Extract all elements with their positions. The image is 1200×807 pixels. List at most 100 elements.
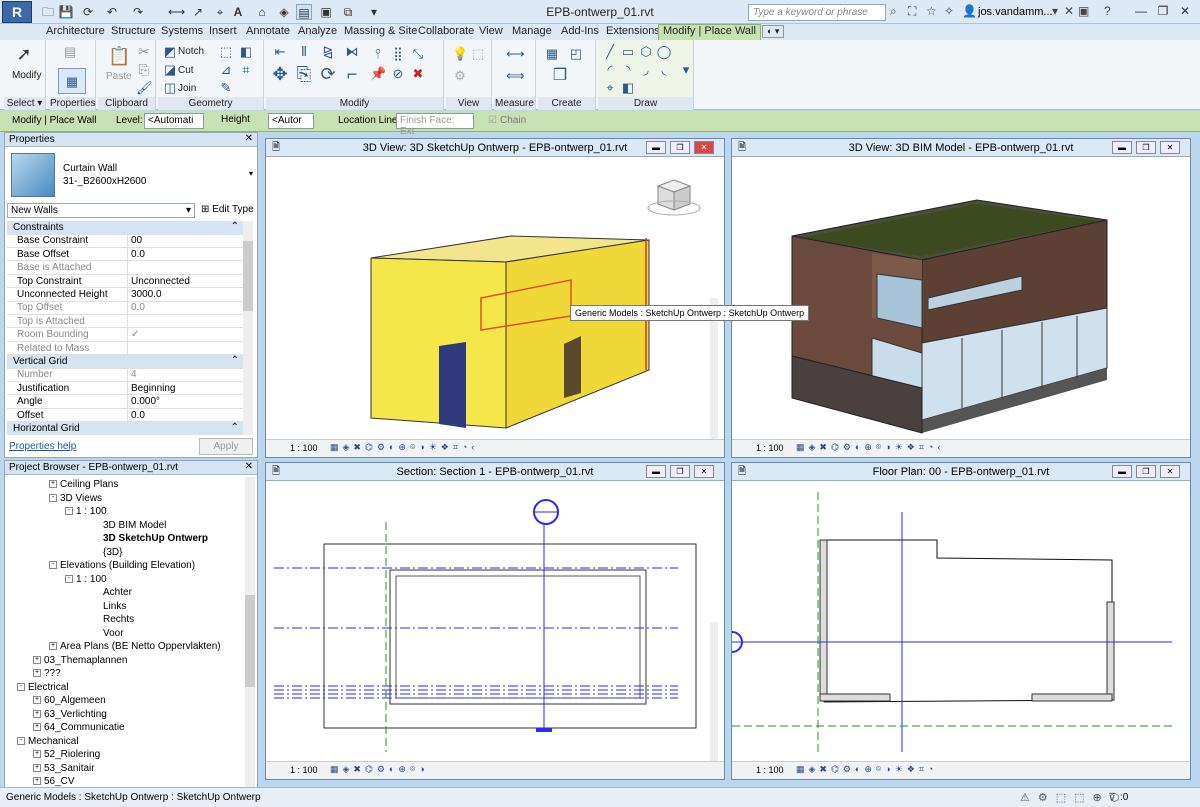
property-value[interactable]: Unconnected [131, 276, 190, 287]
aligned-dimension-icon[interactable]: ⟺ [506, 68, 525, 84]
browser-item[interactable]: + Ceiling Plans [49, 479, 118, 490]
collapse-icon[interactable]: - [65, 574, 73, 583]
view-section[interactable]: 🗎 Section: Section 1 - EPB-ontwerp_01.rv… [265, 462, 725, 780]
paste-button[interactable]: Paste [106, 71, 132, 82]
browser-item[interactable]: 3D BIM Model [103, 520, 166, 531]
property-row[interactable]: Number 4 [7, 368, 245, 382]
scrollbar-thumb[interactable] [243, 241, 253, 311]
expand-icon[interactable]: + [33, 777, 41, 786]
redo-icon[interactable]: ↷ [130, 4, 146, 20]
apply-button[interactable]: Apply [199, 438, 253, 455]
property-value[interactable]: 0.000° [131, 396, 160, 407]
tab-systems[interactable]: Systems [161, 25, 203, 37]
tab-manage[interactable]: Manage [512, 25, 552, 37]
pick-lines-icon[interactable]: ⌖ [602, 80, 618, 96]
view-control-icons[interactable]: ▦◈✖⌬⚙◐⊕⌾◑☀❖⌗◔‹ [330, 442, 478, 453]
move-icon[interactable]: ✥ [272, 65, 288, 83]
properties-scrollbar[interactable] [243, 221, 253, 435]
bim-model-canvas[interactable] [732, 158, 1190, 440]
notch-button[interactable]: Notch [178, 46, 204, 57]
browser-item[interactable]: - Electrical [17, 682, 69, 693]
trim-icon[interactable]: ⌐ [344, 65, 360, 83]
minimize-button[interactable]: — [1130, 3, 1152, 21]
override-icon[interactable]: ⬚ [470, 46, 486, 62]
user-dropdown-icon[interactable]: ▾ [1052, 4, 1058, 18]
view-control-icons[interactable]: ▦◈✖⌬⚙◐⊕⌾◑ [330, 764, 429, 775]
measure-tool-icon[interactable]: ⟷ [506, 46, 525, 62]
minimize-view-button[interactable]: ▬ [646, 141, 666, 154]
type-properties-icon[interactable]: ▤ [62, 44, 78, 60]
pick-faces-icon[interactable]: ◧ [620, 80, 636, 96]
subscription-icon[interactable]: ⛶ [908, 4, 916, 19]
tab-modify-place-wall[interactable]: Modify | Place Wall [658, 24, 761, 40]
arc-icon[interactable]: ◜ [602, 62, 618, 78]
floor-plan-canvas[interactable] [732, 482, 1190, 762]
browser-item[interactable]: +03_Themaplannen [33, 655, 127, 666]
collapse-icon[interactable]: - [65, 507, 73, 516]
join-roof-icon[interactable]: ⊿ [218, 62, 234, 78]
expand-icon[interactable]: + [33, 669, 41, 678]
collapse-icon[interactable]: ⌃ [231, 221, 239, 232]
collapse-icon[interactable]: - [49, 493, 57, 502]
browser-item[interactable]: - Mechanical [17, 736, 79, 747]
view-scale[interactable]: 1 : 100 [290, 765, 318, 775]
collapse-icon[interactable]: ⌃ [231, 422, 239, 433]
property-value[interactable]: ✓ [131, 329, 139, 340]
tab-add-ins[interactable]: Add-Ins [561, 25, 599, 37]
browser-item[interactable]: -3D Views [49, 493, 102, 504]
minimize-view-button[interactable]: ▬ [1112, 141, 1132, 154]
mirror-draw-icon[interactable]: ⧑ [344, 44, 360, 60]
property-row[interactable]: Angle 0.000° [7, 395, 245, 409]
scale-icon[interactable]: ⤡ [410, 46, 426, 62]
browser-item[interactable]: - Elevations (Building Elevation) [49, 560, 195, 571]
modify-button[interactable]: Modify [12, 70, 41, 81]
measure-icon[interactable]: ⟷ [168, 4, 185, 20]
split-face-icon[interactable]: ⬚ [218, 44, 234, 60]
collapse-icon[interactable]: ⌃ [231, 355, 239, 366]
open-icon[interactable]: 🗀 [40, 4, 56, 20]
create-parts-icon[interactable]: ◰ [568, 46, 584, 62]
restore-view-button[interactable]: ❐ [1136, 141, 1156, 154]
switch-windows-icon[interactable]: ⧉ [340, 4, 356, 20]
favorites-icon[interactable]: ✧ [944, 4, 954, 18]
circle-icon[interactable]: ◯ [656, 44, 672, 60]
paste-icon[interactable]: 📋 [108, 47, 130, 65]
browser-item[interactable]: {3D} [103, 547, 122, 558]
browser-item[interactable]: + Area Plans (BE Netto Oppervlakten) [49, 641, 221, 652]
paint-icon[interactable]: ◧ [238, 44, 254, 60]
binoculars-icon[interactable]: ⌕ [890, 4, 897, 19]
browser-item[interactable]: -1 : 100 [65, 506, 107, 517]
sketchup-model-canvas[interactable] [266, 158, 724, 440]
close-icon[interactable]: ✕ [245, 133, 253, 144]
match-properties-icon[interactable]: 🖌 [136, 80, 153, 96]
close-icon[interactable]: ✕ [245, 461, 253, 472]
browser-item[interactable]: +56_CV [33, 776, 75, 787]
user-icon[interactable]: 👤 [962, 4, 977, 18]
property-section[interactable]: Horizontal Grid ⌃ [7, 422, 245, 435]
text-icon[interactable]: A [230, 4, 246, 20]
close-view-button[interactable]: ✕ [1160, 141, 1180, 154]
save-icon[interactable]: 💾 [58, 4, 74, 20]
view-control-icons[interactable]: ▦◈✖⌬⚙◐⊕⌾◑☀❖⌗◔ [796, 764, 937, 775]
restore-view-button[interactable]: ❐ [670, 465, 690, 478]
collapse-icon[interactable]: - [17, 682, 25, 691]
tab-insert[interactable]: Insert [209, 25, 237, 37]
browser-item[interactable]: +??? [33, 668, 61, 679]
restore-view-button[interactable]: ❐ [1136, 465, 1156, 478]
maximize-button[interactable]: ❐ [1152, 3, 1174, 21]
collapse-icon[interactable]: - [49, 561, 57, 570]
tab-collaborate[interactable]: Collaborate [418, 25, 474, 37]
copy-element-icon[interactable]: ⎘ [296, 65, 312, 83]
property-value[interactable]: 0.0 [131, 302, 145, 313]
tab-analyze[interactable]: Analyze [298, 25, 337, 37]
browser-item[interactable]: Links [103, 601, 126, 612]
expand-icon[interactable]: + [33, 655, 41, 664]
browser-scrollbar[interactable] [245, 477, 255, 789]
wall-joins-icon[interactable]: ⌗ [238, 62, 254, 78]
type-selector-icon[interactable]: ▾ [249, 169, 253, 178]
unpin-icon[interactable]: ⊘ [390, 66, 406, 82]
property-row[interactable]: Base Offset 0.0 [7, 247, 245, 262]
tab-architecture[interactable]: Architecture [46, 25, 105, 37]
property-row[interactable]: Top Offset 0.0 [7, 301, 245, 315]
dimension-icon[interactable]: ↗ [190, 4, 206, 20]
